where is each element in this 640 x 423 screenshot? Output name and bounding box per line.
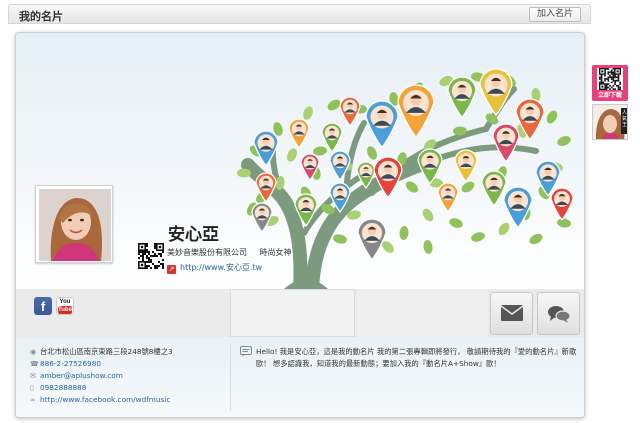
location-pin-icon: ◉ [30, 348, 37, 356]
qr-code-icon [597, 68, 623, 90]
website-url[interactable]: http://www.安心亞.tw [180, 263, 262, 272]
envelope-icon [500, 305, 524, 321]
bio-text: Hello! 我是安心亞，這是我的動名片 我的第二張專輯即將發行， 敬請期待我的… [256, 347, 577, 368]
link-chain-icon: ∞ [30, 396, 36, 404]
youtube-icon[interactable]: You Tube [56, 297, 74, 315]
popularity-badge[interactable]: 人氣王 [592, 104, 628, 140]
profile-photo [39, 189, 111, 261]
popularity-portrait: 人氣王 [593, 105, 627, 139]
person-name: 安心亞 [168, 225, 219, 245]
toolbar-slot-1 [230, 289, 355, 337]
info-divider [230, 345, 231, 411]
mobile-item[interactable]: ▯ 0982888888 [30, 382, 230, 394]
phone-icon: ☎ [30, 360, 39, 368]
chat-bubbles-icon [548, 306, 571, 323]
email-icon: ✉ [30, 372, 36, 380]
info-section: ◉ 台北市松山區南京東路三段248號8樓之3 ☎886-2-27526980 ✉ a… [16, 337, 584, 417]
email-item[interactable]: ✉ amber@aplushow.com [30, 370, 230, 382]
avatar [35, 185, 113, 263]
toolbar-slot-2 [357, 289, 488, 337]
send-mail-button[interactable] [490, 292, 533, 335]
popularity-label: 人氣王 [622, 110, 627, 128]
contact-list: ◉ 台北市松山區南京東路三段248號8樓之3 ☎886-2-27526980 ✉ a… [30, 346, 230, 406]
chat-button[interactable] [537, 292, 580, 335]
website-link[interactable]: ↗ http://www.安心亞.tw [167, 262, 262, 274]
social-links: f You Tube [16, 289, 228, 337]
company-line: 美妙音樂股份有限公司 時尚女神 [167, 247, 292, 258]
phone-item[interactable]: ☎886-2-27526980 [30, 358, 230, 370]
job-title: 時尚女神 [259, 248, 292, 257]
business-card: 安心亞 美妙音樂股份有限公司 時尚女神 ↗ http://www.安心亞.tw f… [15, 32, 585, 418]
card-toolbar: f You Tube [16, 289, 584, 337]
page-title: 我的名片 [19, 10, 63, 23]
qr-code-icon [138, 243, 164, 269]
download-app-badge[interactable]: 立即下載 [592, 65, 628, 101]
link-icon: ↗ [167, 265, 176, 274]
facebook-item[interactable]: ∞ http://www.facebook.com/wdfmusic [30, 394, 230, 406]
address-item: ◉ 台北市松山區南京東路三段248號8樓之3 [30, 347, 173, 356]
panel-header: 我的名片 加入名片 [8, 4, 591, 24]
download-label: 立即下載 [597, 92, 622, 99]
note-icon [240, 346, 252, 357]
company-name: 美妙音樂股份有限公司 [167, 248, 247, 257]
add-card-button[interactable]: 加入名片 [528, 7, 581, 22]
facebook-icon[interactable]: f [34, 297, 52, 315]
mobile-icon: ▯ [30, 384, 34, 392]
